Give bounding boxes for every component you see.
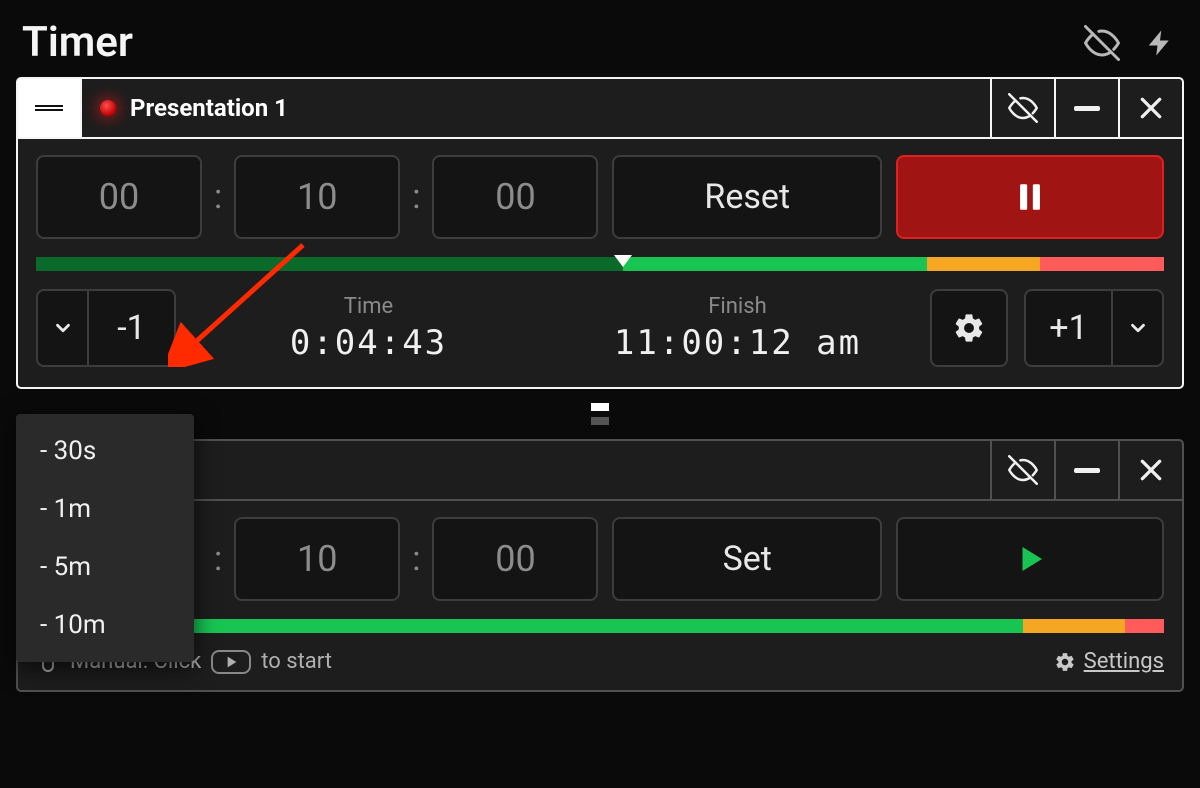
colon: : — [412, 539, 420, 579]
minus-one-button[interactable]: -1 — [88, 289, 176, 367]
close-button[interactable] — [1118, 441, 1182, 499]
close-button[interactable] — [1118, 79, 1182, 137]
plus-dropdown-toggle[interactable] — [1112, 289, 1164, 367]
play-button[interactable] — [896, 517, 1164, 601]
manual-suffix: to start — [261, 649, 332, 674]
minimize-button[interactable] — [1054, 79, 1118, 137]
minutes-input[interactable]: 10 — [234, 517, 400, 601]
seconds-input[interactable]: 00 — [432, 517, 598, 601]
progress-bar[interactable] — [36, 619, 1164, 633]
drag-handle[interactable] — [18, 79, 82, 137]
hide-button[interactable] — [990, 79, 1054, 137]
plus-one-button[interactable]: +1 — [1024, 289, 1112, 367]
set-button[interactable]: Set — [612, 517, 882, 601]
recording-dot-icon — [100, 100, 116, 116]
pause-button[interactable] — [896, 155, 1164, 239]
dropdown-item[interactable]: - 5m — [16, 538, 194, 596]
visibility-off-icon[interactable] — [1084, 25, 1120, 61]
time-label: Time — [192, 294, 545, 319]
minimize-button[interactable] — [1054, 441, 1118, 499]
progress-marker-icon — [614, 255, 632, 267]
dropdown-item[interactable]: - 10m — [16, 596, 194, 654]
lightning-icon[interactable] — [1142, 25, 1178, 61]
settings-label: Settings — [1084, 649, 1164, 674]
settings-link[interactable]: Settings — [1054, 649, 1164, 674]
seconds-input[interactable]: 00 — [432, 155, 598, 239]
colon: : — [214, 177, 222, 217]
page-title: Timer — [22, 18, 133, 67]
minutes-input[interactable]: 10 — [234, 155, 400, 239]
finish-readout: Finish 11:00:12 am — [561, 294, 914, 363]
timer-panel-1: Presentation 1 00 : 10 : 00 — [16, 77, 1184, 389]
dropdown-item[interactable]: - 30s — [16, 422, 194, 480]
play-pill-icon — [211, 650, 251, 674]
hide-button[interactable] — [990, 441, 1054, 499]
progress-bar[interactable] — [36, 257, 1164, 271]
minus-dropdown-toggle[interactable] — [36, 289, 88, 367]
reset-button[interactable]: Reset — [612, 155, 882, 239]
finish-value: 11:00:12 am — [561, 323, 914, 363]
time-readout: Time 0:04:43 — [192, 294, 545, 363]
finish-label: Finish — [561, 294, 914, 319]
colon: : — [214, 539, 222, 579]
dropdown-item[interactable]: - 1m — [16, 480, 194, 538]
colon: : — [412, 177, 420, 217]
gear-icon — [1054, 651, 1076, 673]
settings-button[interactable] — [930, 289, 1008, 367]
minus-dropdown-menu: - 30s - 1m - 5m - 10m — [16, 414, 194, 662]
time-value: 0:04:43 — [192, 323, 545, 363]
hours-input[interactable]: 00 — [36, 155, 202, 239]
timer-title: Presentation 1 — [130, 94, 288, 122]
